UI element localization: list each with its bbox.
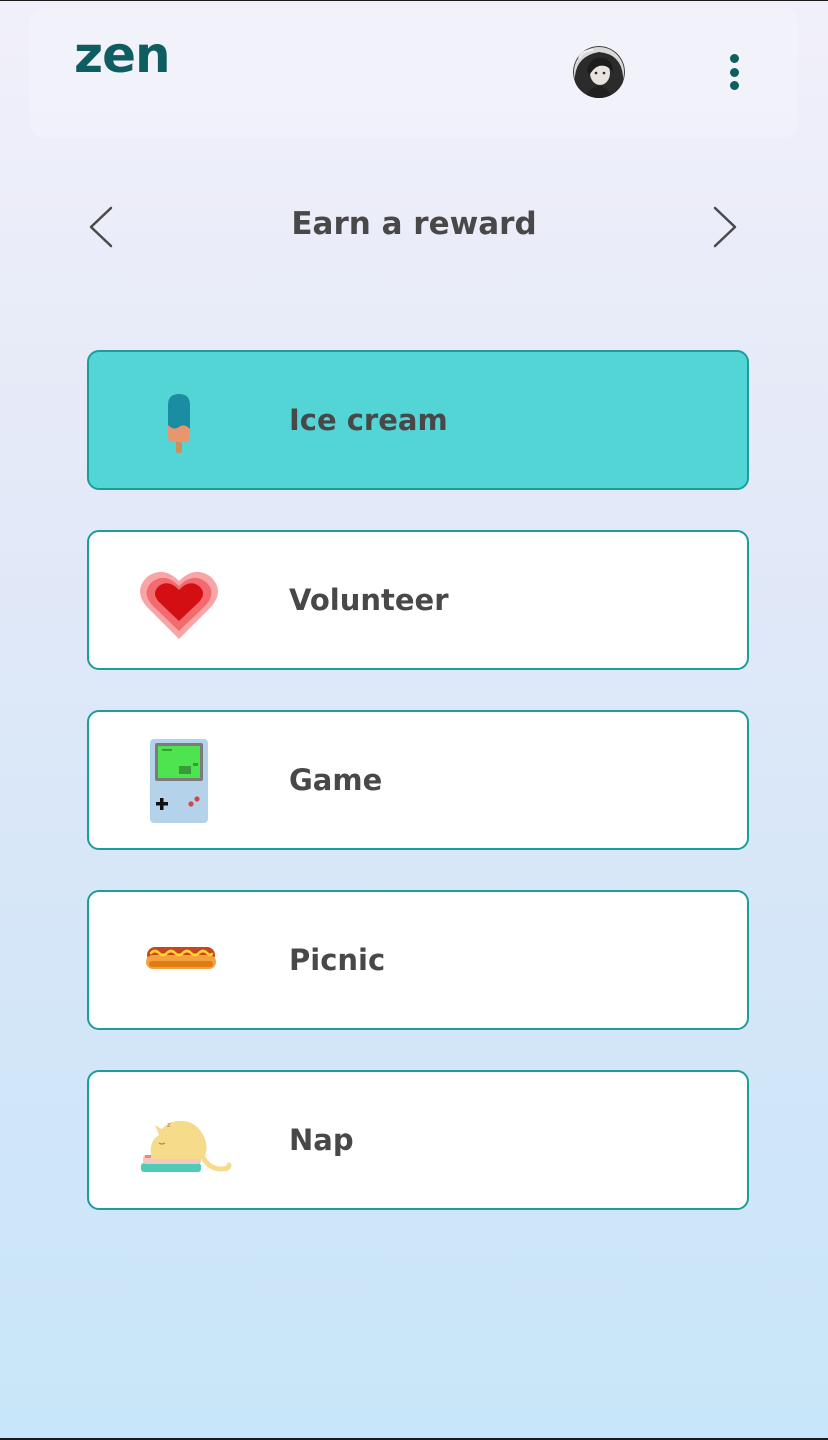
reward-option-volunteer[interactable]: Volunteer bbox=[87, 530, 749, 670]
reward-option-game[interactable]: Game bbox=[87, 710, 749, 850]
ice-cream-icon bbox=[129, 377, 229, 467]
kebab-dot bbox=[729, 67, 739, 77]
reward-label: Volunteer bbox=[289, 583, 449, 617]
reward-option-picnic[interactable]: Picnic bbox=[87, 890, 749, 1030]
page-title: Earn a reward bbox=[291, 206, 537, 242]
window-top-border bbox=[0, 0, 828, 1]
reward-label: Game bbox=[289, 763, 383, 797]
app-logo[interactable]: zen bbox=[74, 30, 171, 80]
avatar-image bbox=[573, 46, 625, 98]
previous-arrow-icon[interactable] bbox=[86, 205, 116, 249]
reward-label: Ice cream bbox=[289, 403, 448, 437]
sleeping-cat-icon: z bbox=[137, 1097, 237, 1187]
kebab-dot bbox=[729, 81, 739, 90]
reward-label: Nap bbox=[289, 1123, 354, 1157]
hotdog-icon bbox=[129, 917, 229, 1007]
game-console-icon bbox=[129, 736, 229, 830]
more-options-icon[interactable] bbox=[718, 50, 750, 94]
reward-option-ice-cream[interactable]: Ice cream bbox=[87, 350, 749, 490]
reward-option-nap[interactable]: z Nap bbox=[87, 1070, 749, 1210]
svg-text:z: z bbox=[167, 1121, 171, 1129]
kebab-dot bbox=[729, 54, 739, 63]
heart-icon bbox=[129, 557, 229, 647]
avatar[interactable] bbox=[573, 46, 625, 98]
next-arrow-icon[interactable] bbox=[710, 205, 740, 249]
reward-label: Picnic bbox=[289, 943, 386, 977]
